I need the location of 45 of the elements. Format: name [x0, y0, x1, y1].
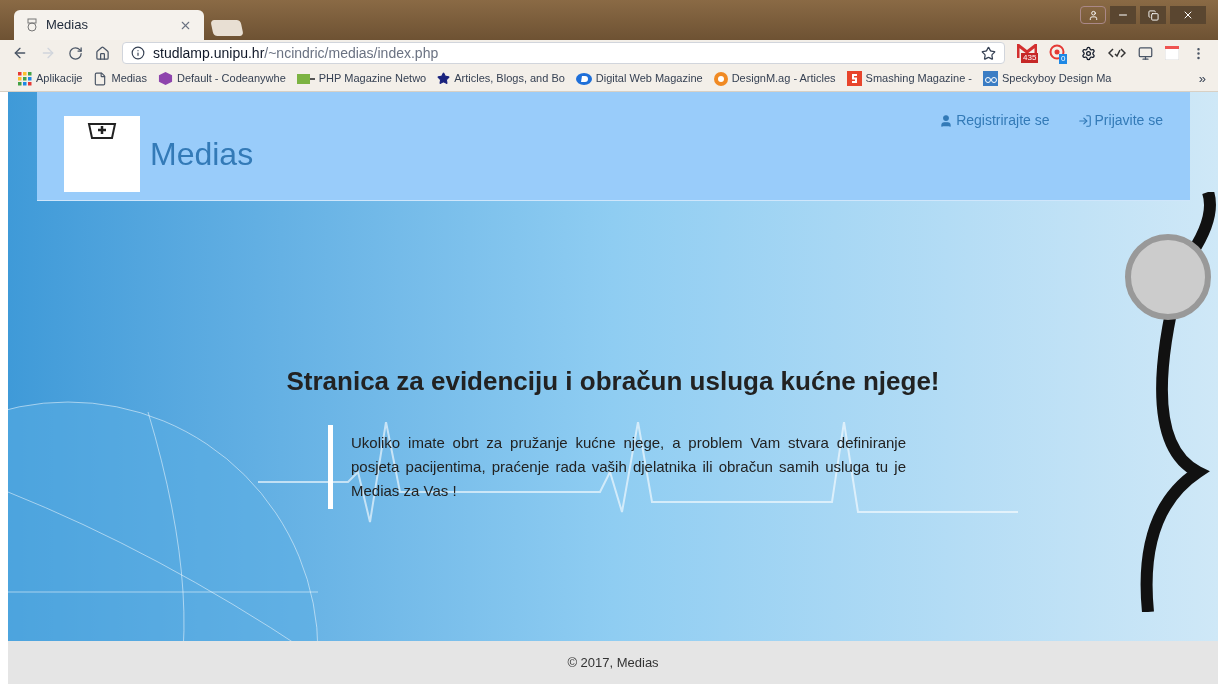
- url-text: studlamp.unipu.hr/~ncindric/medias/index.php: [153, 43, 440, 63]
- tab-title: Medias: [46, 16, 89, 35]
- bookmark-link[interactable]: Aplikacije: [18, 70, 83, 87]
- settings-icon[interactable]: [1081, 45, 1096, 61]
- back-icon[interactable]: [12, 45, 28, 61]
- bookmark-link[interactable]: Speckyboy Design Ma: [983, 70, 1112, 87]
- info-icon: [131, 46, 145, 60]
- cube-icon: [157, 71, 173, 86]
- restore-icon: [1147, 9, 1159, 21]
- page-icon: [93, 71, 108, 86]
- bookmark-link[interactable]: PHP Magazine Netwo: [296, 70, 427, 87]
- restore-button[interactable]: [1140, 6, 1166, 24]
- browser-tab[interactable]: Medias: [14, 10, 204, 40]
- more-bookmarks-button[interactable]: »: [1198, 68, 1206, 89]
- cast-icon[interactable]: [1138, 45, 1153, 61]
- badge-count: 435: [1021, 53, 1039, 63]
- calendar-icon[interactable]: [1165, 46, 1179, 60]
- hero-quote: Ukoliko imate obrt za pružanje kućne njege, a problem Vam stvara definiranje posjeta pacijentima, praćenje rada vaših djelatnika ili obračun samih usluga tu je Medias za Vas !: [328, 425, 906, 509]
- apps-grid-icon: [18, 71, 32, 86]
- new-tab-button[interactable]: [210, 20, 244, 36]
- bookmark-link[interactable]: Medias: [93, 70, 147, 87]
- user-icon: [1087, 9, 1099, 21]
- bookmark-link[interactable]: Default - Codeanywhe: [157, 70, 286, 87]
- login-icon: [1077, 113, 1092, 128]
- badge-count: 0: [1059, 54, 1068, 64]
- reload-icon[interactable]: [68, 45, 83, 61]
- minimize-button[interactable]: [1110, 6, 1136, 24]
- star-icon: [437, 72, 451, 85]
- footer-text: © 2017, Medias: [567, 653, 659, 672]
- bookmark-link[interactable]: Digital Web Magazine: [575, 70, 703, 87]
- close-icon: [1182, 9, 1194, 21]
- address-bar[interactable]: studlamp.unipu.hr/~ncindric/medias/index.php: [122, 42, 1005, 64]
- bo-logo-icon: [983, 71, 998, 86]
- bookmark-link[interactable]: Smashing Magazine -: [846, 70, 972, 87]
- bookmark-star-icon[interactable]: [981, 45, 996, 61]
- hero-heading: Stranica za evidenciju i obračun usluga kućne njege!: [286, 365, 940, 398]
- round-logo-icon: [713, 71, 728, 86]
- bookmark-link[interactable]: Articles, Blogs, and Bo: [437, 70, 565, 87]
- home-icon[interactable]: [95, 45, 110, 61]
- code-icon[interactable]: [1108, 48, 1126, 58]
- s-logo-icon: [846, 71, 862, 86]
- d-logo-icon: [575, 71, 592, 86]
- profile-button[interactable]: [1080, 6, 1106, 24]
- bookmark-link[interactable]: DesignM.ag - Articles: [713, 70, 836, 87]
- user-icon: [939, 113, 954, 128]
